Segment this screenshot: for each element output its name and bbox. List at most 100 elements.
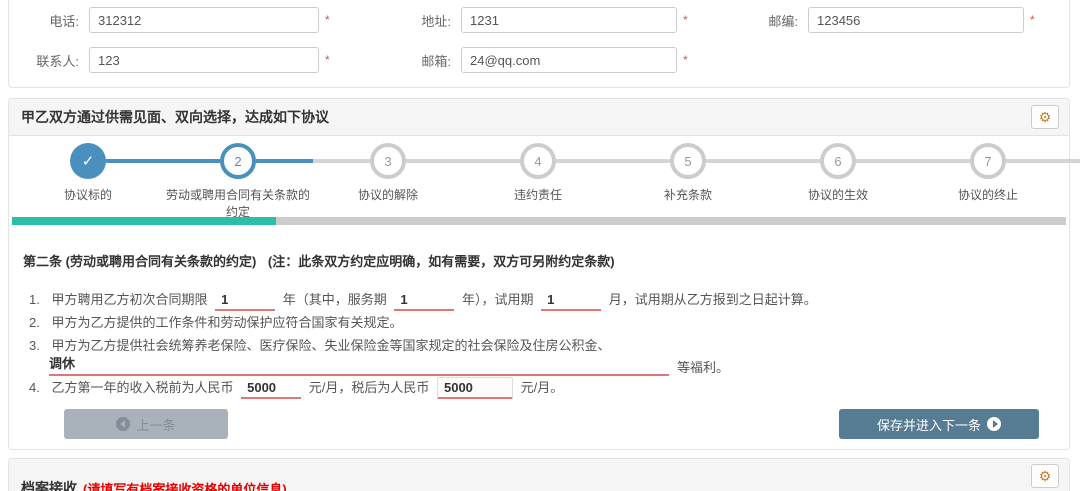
page: 电话: * 地址: * 邮编: * 联系人: * 邮箱: * 甲乙双方通过供需见… (0, 0, 1080, 491)
clause-note: (注：此条双方约定应明确，如有需要，双方可另附约定条款) (268, 254, 615, 269)
field-phone-label: 电话: (9, 11, 79, 30)
item-text: 年（其中，服务期 (283, 292, 387, 307)
item-number: 3. (29, 338, 40, 353)
item-text: 元/月。 (521, 380, 564, 395)
gear-icon: ⚙ (1039, 468, 1052, 485)
field-postcode-label: 邮编: (728, 11, 798, 30)
step-connector (313, 159, 370, 163)
service-period-years-field[interactable]: 1 (394, 292, 454, 311)
agreement-panel-title: 甲乙双方通过供需见面、双向选择，达成如下协议 (21, 107, 329, 127)
step-connector (406, 159, 463, 163)
step-6-circle: 6 (820, 143, 856, 179)
agreement-panel: 甲乙双方通过供需见面、双向选择，达成如下协议 ⚙ ✓ 协议标的 2 劳动或聘用合… (8, 98, 1070, 450)
step-8-agreement-text[interactable]: 8 协议文本 (1063, 143, 1080, 221)
archive-panel-title: 档案接收 (21, 478, 77, 491)
step-6-label: 协议的生效 (763, 187, 913, 204)
item-number: 4. (29, 380, 40, 395)
step-2-contract-terms[interactable]: 2 劳动或聘用合同有关条款的约定 (163, 143, 313, 221)
circle-arrow-right-icon (987, 417, 1001, 431)
field-address: 地址: * (381, 6, 688, 34)
clause-item-3: 3. 甲方为乙方提供社会统筹养老保险、医疗保险、失业保险金等国家规定的社会保险及… (29, 335, 610, 354)
agreement-settings-button[interactable]: ⚙ (1031, 105, 1059, 129)
step-connector (556, 159, 613, 163)
field-email: 邮箱: * (381, 46, 688, 74)
welfare-row: 调休 等福利。 (49, 353, 729, 376)
step-7-circle: 7 (970, 143, 1006, 179)
step-7-label: 协议的终止 (913, 187, 1063, 204)
field-email-input[interactable] (461, 47, 677, 73)
step-connector (1063, 159, 1080, 163)
clause-heading: 第二条 (劳动或聘用合同有关条款的约定) (注：此条双方约定应明确，如有需要，双… (23, 251, 623, 270)
step-2-circle: 2 (220, 143, 256, 179)
field-phone-input[interactable] (89, 7, 319, 33)
step-1-circle: ✓ (70, 143, 106, 179)
step-1-agreement-subject[interactable]: ✓ 协议标的 (13, 143, 163, 221)
step-5-label: 补充条款 (613, 187, 763, 204)
field-phone: 电话: * (9, 6, 330, 34)
step-2-label: 劳动或聘用合同有关条款的约定 (163, 187, 313, 221)
aftertax-salary-field[interactable]: 5000 (437, 377, 513, 399)
archive-settings-button[interactable]: ⚙ (1031, 464, 1059, 488)
step-8-label: 协议文本 (1063, 187, 1080, 204)
agreement-panel-header: 甲乙双方通过供需见面、双向选择，达成如下协议 ⚙ (9, 99, 1069, 136)
save-and-next-label: 保存并进入下一条 (877, 415, 981, 434)
step-4-breach-liability[interactable]: 4 违约责任 (463, 143, 613, 221)
wizard-stepper: ✓ 协议标的 2 劳动或聘用合同有关条款的约定 3 协议的解除 4 违约责任 (13, 143, 1065, 221)
check-icon: ✓ (82, 152, 95, 170)
circle-arrow-left-icon (116, 417, 130, 431)
item-text: 甲方聘用乙方初次合同期限 (51, 292, 207, 307)
archive-panel-header: 档案接收 (请填写有档案接收资格的单位信息) ⚙ (9, 459, 1069, 491)
step-7-agreement-end[interactable]: 7 协议的终止 (913, 143, 1063, 221)
save-and-next-button[interactable]: 保存并进入下一条 (839, 409, 1039, 439)
step-4-circle: 4 (520, 143, 556, 179)
item-number: 2. (29, 315, 40, 330)
step-connector (763, 159, 820, 163)
step-connector (463, 159, 520, 163)
step-5-supplementary-clauses[interactable]: 5 补充条款 (613, 143, 763, 221)
probation-months-field[interactable]: 1 (541, 292, 601, 311)
required-asterisk: * (325, 13, 330, 27)
step-connector (256, 159, 313, 163)
item-text: 元/月，税后为人民币 (309, 380, 430, 395)
field-address-input[interactable] (461, 7, 677, 33)
step-connector (856, 159, 913, 163)
item-text: 甲方为乙方提供社会统筹养老保险、医疗保险、失业保险金等国家规定的社会保险及住房公… (51, 338, 610, 353)
required-asterisk: * (325, 53, 330, 67)
previous-clause-label: 上一条 (136, 415, 175, 434)
field-email-label: 邮箱: (381, 51, 451, 70)
step-connector (913, 159, 970, 163)
field-contact-person: 联系人: * (9, 46, 330, 74)
field-address-label: 地址: (381, 11, 451, 30)
clause-item-1: 1. 甲方聘用乙方初次合同期限 1 年（其中，服务期 1 年），试用期 1 月，… (29, 289, 817, 311)
field-postcode-input[interactable] (808, 7, 1024, 33)
clause-item-4: 4. 乙方第一年的收入税前为人民币 5000 元/月，税后为人民币 5000 元… (29, 377, 563, 399)
required-asterisk: * (1030, 13, 1035, 27)
welfare-suffix: 等福利。 (677, 357, 729, 376)
contract-term-years-field[interactable]: 1 (215, 292, 275, 311)
previous-clause-button[interactable]: 上一条 (64, 409, 228, 439)
archive-panel: 档案接收 (请填写有档案接收资格的单位信息) ⚙ (8, 458, 1070, 491)
item-number: 1. (29, 292, 40, 307)
field-contact-person-label: 联系人: (9, 51, 79, 70)
step-connector (1006, 159, 1063, 163)
contact-info-panel: 电话: * 地址: * 邮编: * 联系人: * 邮箱: * (8, 0, 1070, 88)
item-text: 月，试用期从乙方报到之日起计算。 (609, 292, 817, 307)
item-text: 乙方第一年的收入税前为人民币 (51, 380, 233, 395)
step-3-label: 协议的解除 (313, 187, 463, 204)
step-3-agreement-termination-clause[interactable]: 3 协议的解除 (313, 143, 463, 221)
welfare-field[interactable]: 调休 (49, 353, 669, 376)
step-5-circle: 5 (670, 143, 706, 179)
field-contact-person-input[interactable] (89, 47, 319, 73)
pretax-salary-field[interactable]: 5000 (241, 380, 301, 399)
step-connector (163, 159, 220, 163)
step-1-label: 协议标的 (13, 187, 163, 204)
step-4-label: 违约责任 (463, 187, 613, 204)
required-asterisk: * (683, 13, 688, 27)
clause-title: 第二条 (劳动或聘用合同有关条款的约定) (23, 254, 256, 269)
step-6-agreement-effectiveness[interactable]: 6 协议的生效 (763, 143, 913, 221)
clause-item-2: 2. 甲方为乙方提供的工作条件和劳动保护应符合国家有关规定。 (29, 312, 402, 331)
required-asterisk: * (683, 53, 688, 67)
gear-icon: ⚙ (1039, 109, 1052, 126)
wizard-progress-bar (12, 217, 1066, 225)
step-connector (613, 159, 670, 163)
